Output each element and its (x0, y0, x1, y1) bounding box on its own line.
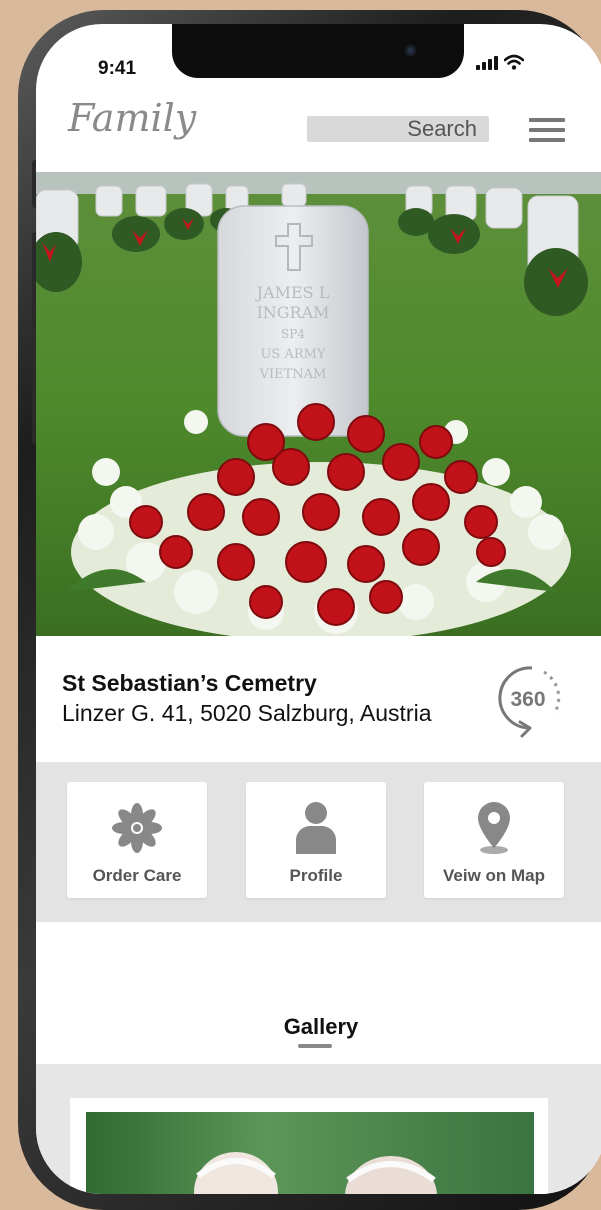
headstone-line2: INGRAM (256, 303, 329, 322)
location-info: St Sebastian’s Cemetry Linzer G. 41, 502… (36, 636, 601, 762)
view-on-map-label: Veiw on Map (442, 866, 546, 885)
map-pin-icon (478, 802, 510, 854)
cemetery-name: St Sebastian’s Cemetry (62, 670, 317, 696)
order-care-label: Order Care (92, 866, 182, 885)
status-icons (476, 54, 524, 70)
wifi-icon (504, 54, 524, 70)
view-360-icon[interactable]: 360 (492, 658, 566, 740)
flower-icon (112, 803, 162, 853)
profile-label: Profile (289, 866, 343, 885)
profile-button[interactable]: Profile (246, 782, 386, 898)
app-header: Family Search (36, 88, 601, 174)
headstone-line4: US ARMY (260, 347, 325, 362)
headstone-line5: VIETNAM (259, 367, 327, 382)
phone-screen: 9:41 Family Search JAMES L INGRAM SP4 US… (36, 24, 601, 1194)
cemetery-address: Linzer G. 41, 5020 Salzburg, Austria (62, 700, 432, 726)
app-logo[interactable]: Family (68, 96, 196, 140)
headstone: JAMES L INGRAM SP4 US ARMY VIETNAM (217, 205, 369, 437)
gallery-title: Gallery (283, 1014, 359, 1039)
hamburger-menu-icon[interactable] (529, 118, 565, 142)
person-icon (296, 802, 336, 854)
search-input[interactable]: Search (307, 116, 489, 142)
view-360-label: 360 (510, 688, 545, 711)
notch (172, 24, 464, 78)
gallery-tab-indicator (298, 1044, 332, 1048)
action-bar: Order Care Profile Veiw on Map (36, 762, 601, 922)
signal-icon (476, 56, 498, 70)
headstone-line1: JAMES L (255, 283, 330, 302)
gallery-photo[interactable] (86, 1112, 534, 1194)
grave-photo: JAMES L INGRAM SP4 US ARMY VIETNAM (36, 172, 601, 636)
headstone-line3: SP4 (281, 327, 305, 341)
status-time: 9:41 (98, 58, 137, 79)
view-on-map-button[interactable]: Veiw on Map (424, 782, 564, 898)
front-camera (404, 44, 417, 57)
order-care-button[interactable]: Order Care (67, 782, 207, 898)
